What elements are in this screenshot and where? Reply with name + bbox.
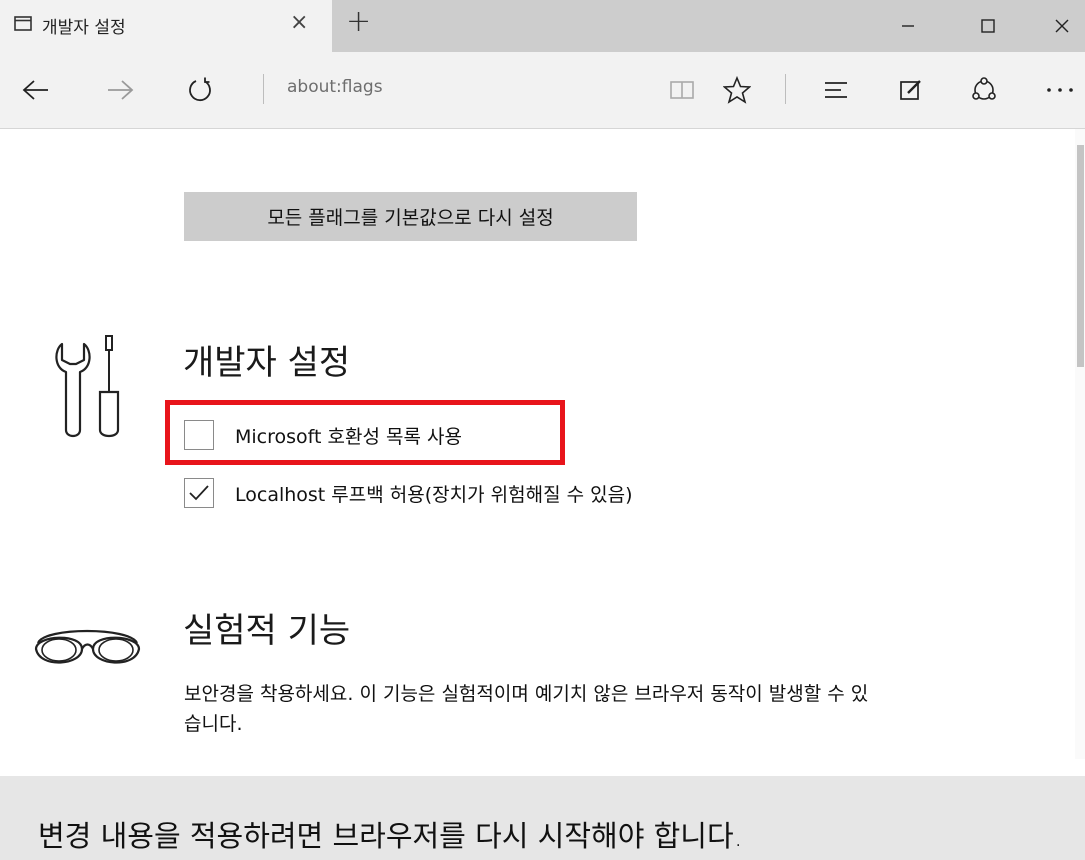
experimental-description: 보안경을 착용하세요. 이 기능은 실험적이며 예기치 않은 브라우저 동작이 … <box>184 683 869 735</box>
new-tab-button[interactable]: + <box>346 4 371 39</box>
refresh-icon <box>189 77 211 102</box>
back-arrow-icon <box>22 80 48 100</box>
localhost-loopback-checkbox[interactable] <box>184 478 214 508</box>
web-note-icon <box>900 80 921 100</box>
tab-close-button[interactable]: × <box>290 10 308 35</box>
forward-arrow-icon <box>108 80 134 100</box>
minimize-icon <box>902 25 914 27</box>
checkmark-icon <box>189 485 209 501</box>
book-icon <box>670 81 694 99</box>
address-separator <box>263 74 264 104</box>
share-icon <box>972 77 996 100</box>
tab-page-icon <box>14 16 32 31</box>
star-icon <box>723 76 751 104</box>
experimental-features-title: 실험적 기능 <box>183 611 351 651</box>
tab-title: 개발자 설정 <box>42 18 126 38</box>
share-button[interactable] <box>966 52 1002 128</box>
restart-notice-text: 변경 내용을 적용하려면 브라우저를 다시 시작해야 합니다. <box>38 819 743 853</box>
refresh-button[interactable] <box>182 52 218 128</box>
developer-settings-title: 개발자 설정 <box>183 343 351 383</box>
navigation-bar: about:flags <box>0 52 1085 129</box>
web-note-button[interactable] <box>893 52 929 128</box>
more-button[interactable] <box>1040 52 1080 128</box>
toolbar-separator <box>785 74 786 104</box>
scrollbar-thumb[interactable] <box>1077 145 1084 367</box>
close-window-button[interactable] <box>1032 0 1085 52</box>
flags-page: 모든 플래그를 기본값으로 다시 설정 개발자 설정 Microsoft 호환성… <box>0 129 1085 860</box>
minimize-button[interactable] <box>878 0 938 52</box>
active-tab[interactable]: 개발자 설정 × <box>0 0 332 52</box>
close-icon <box>1055 19 1069 33</box>
maximize-icon <box>981 19 995 33</box>
back-button[interactable] <box>18 52 54 128</box>
title-bar: 개발자 설정 × + <box>0 0 1085 52</box>
reading-view-button[interactable] <box>665 52 699 128</box>
hub-button[interactable] <box>818 52 854 128</box>
red-highlight-box <box>165 400 565 465</box>
restart-notification-bar: 변경 내용을 적용하려면 브라우저를 다시 시작해야 합니다. <box>0 776 1085 860</box>
forward-button[interactable] <box>102 52 138 128</box>
localhost-loopback-option[interactable]: Localhost 루프백 허용(장치가 위험해질 수 있음) <box>184 478 632 508</box>
address-field[interactable]: about:flags <box>287 77 383 97</box>
wrench-screwdriver-icon <box>55 335 120 438</box>
reset-flags-button[interactable]: 모든 플래그를 기본값으로 다시 설정 <box>184 192 637 241</box>
goggles-icon <box>34 629 141 664</box>
hub-icon <box>825 82 847 98</box>
localhost-loopback-label: Localhost 루프백 허용(장치가 위험해질 수 있음) <box>235 483 633 506</box>
maximize-button[interactable] <box>958 0 1018 52</box>
more-dots-icon <box>1047 88 1073 92</box>
favorite-button[interactable] <box>719 52 755 128</box>
